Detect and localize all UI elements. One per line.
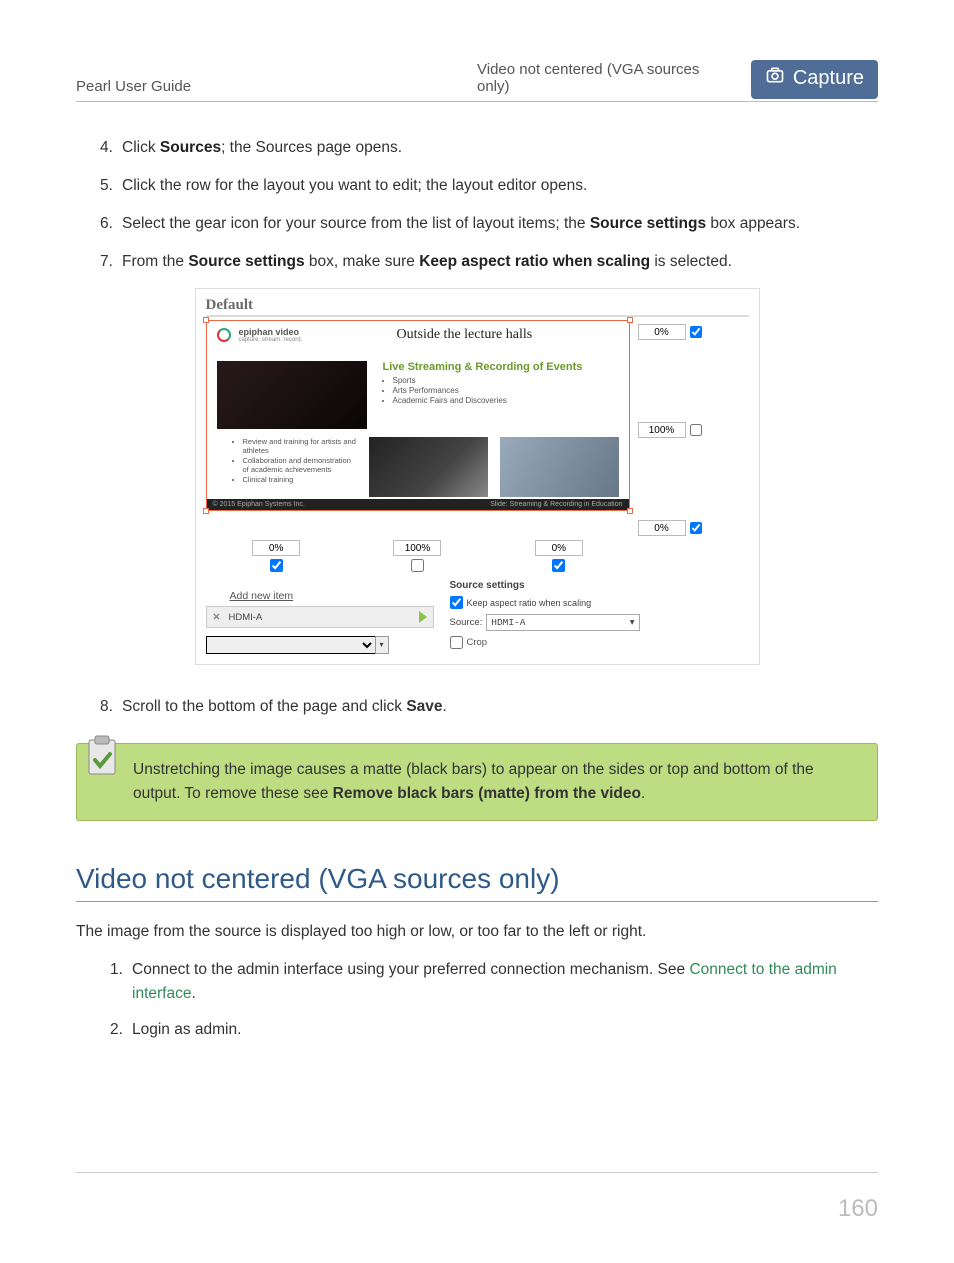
width-input[interactable] [393, 540, 441, 556]
step-7: From the Source settings box, make sure … [100, 250, 878, 274]
slide-title: Outside the lecture halls [310, 327, 618, 343]
x-offset2-input[interactable] [535, 540, 583, 556]
slide-image-1 [217, 361, 367, 429]
footer-divider [76, 1172, 878, 1173]
slide-bullets: SportsArts PerformancesAcademic Fairs an… [393, 376, 619, 405]
page-header: Pearl User Guide Video not centered (VGA… [76, 56, 878, 102]
keep-aspect-checkbox[interactable] [450, 596, 463, 609]
substep-2: Login as admin. [110, 1018, 878, 1042]
step-4: Click Sources; the Sources page opens. [100, 136, 878, 160]
y-offset-input[interactable] [638, 324, 686, 340]
header-center: Video not centered (VGA sources only) [477, 61, 731, 95]
x-offset-input[interactable] [252, 540, 300, 556]
item-arrow-icon [419, 611, 427, 623]
slide-footer-left: © 2015 Epiphan Systems Inc. [213, 501, 305, 508]
figure-title: Default [206, 297, 749, 317]
camera-icon [765, 65, 785, 91]
crop-row[interactable]: Crop [450, 636, 640, 649]
slide-heading: Live Streaming & Recording of Events [383, 361, 619, 373]
step-5: Click the row for the layout you want to… [100, 174, 878, 198]
layout-canvas[interactable]: epiphan video capture. stream. record. O… [206, 320, 630, 511]
capture-tab: Capture [751, 60, 878, 99]
section-intro: The image from the source is displayed t… [76, 920, 878, 944]
epiphan-logo-icon [217, 328, 231, 342]
capture-label: Capture [793, 67, 864, 90]
step-6: Select the gear icon for your source fro… [100, 212, 878, 236]
item-select[interactable] [206, 636, 376, 654]
remove-item-icon[interactable]: ✕ [213, 612, 221, 623]
height-input[interactable] [638, 422, 686, 438]
layout-editor-figure: Default epiphan video capture. stream. r… [195, 288, 760, 665]
step-8: Scroll to the bottom of the page and cli… [100, 695, 878, 719]
settings-title: Source settings [450, 580, 640, 591]
slide-lower-bullets: Review and training for artists and athl… [243, 437, 357, 484]
clipboard-check-icon [77, 744, 125, 820]
crop-checkbox[interactable] [450, 636, 463, 649]
width-check[interactable] [411, 559, 424, 572]
source-select[interactable]: HDMI-A▾ [486, 614, 639, 631]
source-settings-panel: Source settings Keep aspect ratio when s… [450, 580, 640, 654]
keep-aspect-row[interactable]: Keep aspect ratio when scaling [450, 596, 640, 609]
info-note: Unstretching the image causes a matte (b… [76, 743, 878, 821]
y-offset2-input[interactable] [638, 520, 686, 536]
substep-1: Connect to the admin interface using you… [110, 958, 878, 1006]
keep-aspect-label: Keep aspect ratio when scaling [467, 598, 592, 608]
chevron-down-icon: ▾ [630, 617, 635, 628]
add-new-item-link[interactable]: Add new item [230, 590, 434, 602]
y-offset2-check[interactable] [690, 522, 702, 534]
page-number: 160 [76, 1195, 878, 1223]
brand-name: epiphan video [239, 327, 303, 337]
slide-footer-right: Slide: Streaming & Recording in Educatio… [490, 501, 622, 508]
y-offset-check[interactable] [690, 326, 702, 338]
header-left: Pearl User Guide [76, 78, 477, 95]
section-heading: Video not centered (VGA sources only) [76, 863, 878, 902]
slide-image-3 [500, 437, 619, 497]
crop-label: Crop [467, 637, 488, 648]
x-offset2-check[interactable] [552, 559, 565, 572]
brand-tagline: capture. stream. record. [239, 337, 303, 343]
slide-image-2 [369, 437, 488, 497]
item-name: HDMI-A [228, 612, 262, 623]
source-label: Source: [450, 617, 483, 628]
item-select-dropdown-icon[interactable]: ▾ [375, 636, 389, 654]
layout-item-row[interactable]: ✕ HDMI-A [206, 606, 434, 628]
height-check[interactable] [690, 424, 702, 436]
x-offset-check[interactable] [270, 559, 283, 572]
